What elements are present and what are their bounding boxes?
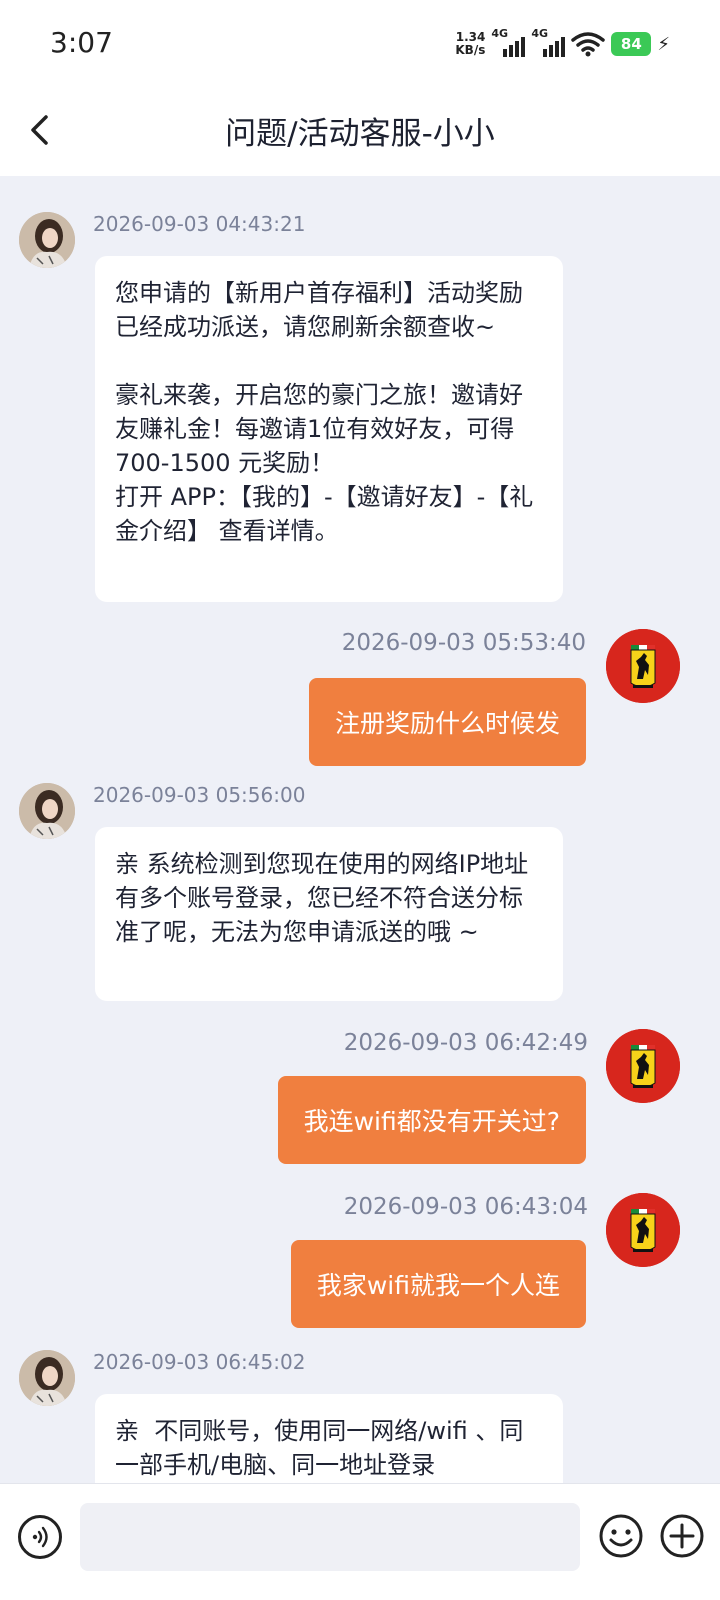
- chat-header: 问题/活动客服-小小: [0, 88, 720, 176]
- status-time: 3:07: [50, 26, 113, 59]
- incoming-message: 2026-09-03 06:45:02 亲 不同账号，使用同一网络/wifi 、…: [0, 1350, 720, 1483]
- emoji-button[interactable]: [598, 1513, 644, 1559]
- outgoing-message: 2026-09-03 06:43:04 我家wifi就我一个人连: [0, 1192, 720, 1342]
- message-timestamp: 2026-09-03 06:42:49: [343, 1030, 588, 1056]
- agent-avatar[interactable]: [19, 1350, 75, 1406]
- user-avatar[interactable]: [606, 1029, 680, 1103]
- message-input-bar: [0, 1483, 720, 1600]
- agent-avatar[interactable]: [19, 212, 75, 268]
- incoming-message: 2026-09-03 04:43:21 您申请的【新用户首存福利】活动奖励已经成…: [0, 176, 720, 606]
- wifi-icon: [571, 32, 606, 57]
- message-bubble[interactable]: 我连wifi都没有开关过?: [277, 1076, 586, 1164]
- message-bubble[interactable]: 亲 系统检测到您现在使用的网络IP地址有多个账号登录，您已经不符合送分标准了呢，…: [95, 827, 563, 1001]
- plus-icon: [660, 1514, 704, 1558]
- message-timestamp: 2026-09-03 06:43:04: [343, 1194, 588, 1220]
- message-bubble[interactable]: 我家wifi就我一个人连: [290, 1240, 586, 1328]
- message-bubble[interactable]: 您申请的【新用户首存福利】活动奖励已经成功派送，请您刷新余额查收~ 豪礼来袭，开…: [95, 256, 563, 602]
- user-avatar[interactable]: [606, 1193, 680, 1267]
- ferrari-logo: [606, 1029, 680, 1103]
- outgoing-message: 2026-09-03 06:42:49 我连wifi都没有开关过?: [0, 1028, 720, 1178]
- agent-avatar[interactable]: [19, 783, 75, 839]
- voice-button[interactable]: [18, 1515, 62, 1559]
- outgoing-message: 2026-09-03 05:53:40 注册奖励什么时候发: [0, 626, 720, 776]
- ferrari-logo: [606, 1193, 680, 1267]
- voice-icon: [32, 1526, 48, 1548]
- user-avatar[interactable]: [606, 629, 680, 703]
- battery-indicator: 84: [611, 32, 652, 56]
- more-button[interactable]: [659, 1513, 705, 1559]
- message-timestamp: 2026-09-03 06:45:02: [93, 1350, 306, 1374]
- message-timestamp: 2026-09-03 05:56:00: [93, 783, 306, 807]
- network-speed: 1.34 KB/s: [455, 31, 485, 57]
- status-icons: 1.34 KB/s 4G 4G 84 ⚡: [455, 27, 670, 61]
- emoji-icon: [599, 1514, 643, 1558]
- status-bar: 3:07 1.34 KB/s 4G 4G 84 ⚡: [0, 0, 720, 88]
- message-timestamp: 2026-09-03 05:53:40: [341, 630, 586, 656]
- network-speed-unit: KB/s: [455, 43, 486, 57]
- ferrari-logo: [606, 629, 680, 703]
- message-bubble[interactable]: 注册奖励什么时候发: [308, 678, 586, 766]
- incoming-message: 2026-09-03 05:56:00 亲 系统检测到您现在使用的网络IP地址有…: [0, 781, 720, 1007]
- message-timestamp: 2026-09-03 04:43:21: [93, 212, 306, 236]
- chat-message-list[interactable]: 2026-09-03 04:43:21 您申请的【新用户首存福利】活动奖励已经成…: [0, 176, 720, 1483]
- page-title: 问题/活动客服-小小: [225, 116, 495, 152]
- signal-icon: 4G: [531, 27, 566, 59]
- message-input[interactable]: [80, 1503, 580, 1571]
- signal-icon: 4G: [491, 27, 526, 59]
- charging-icon: ⚡: [657, 33, 670, 55]
- message-bubble[interactable]: 亲 不同账号，使用同一网络/wifi 、同一部手机/电脑、同一地址登录: [95, 1394, 563, 1483]
